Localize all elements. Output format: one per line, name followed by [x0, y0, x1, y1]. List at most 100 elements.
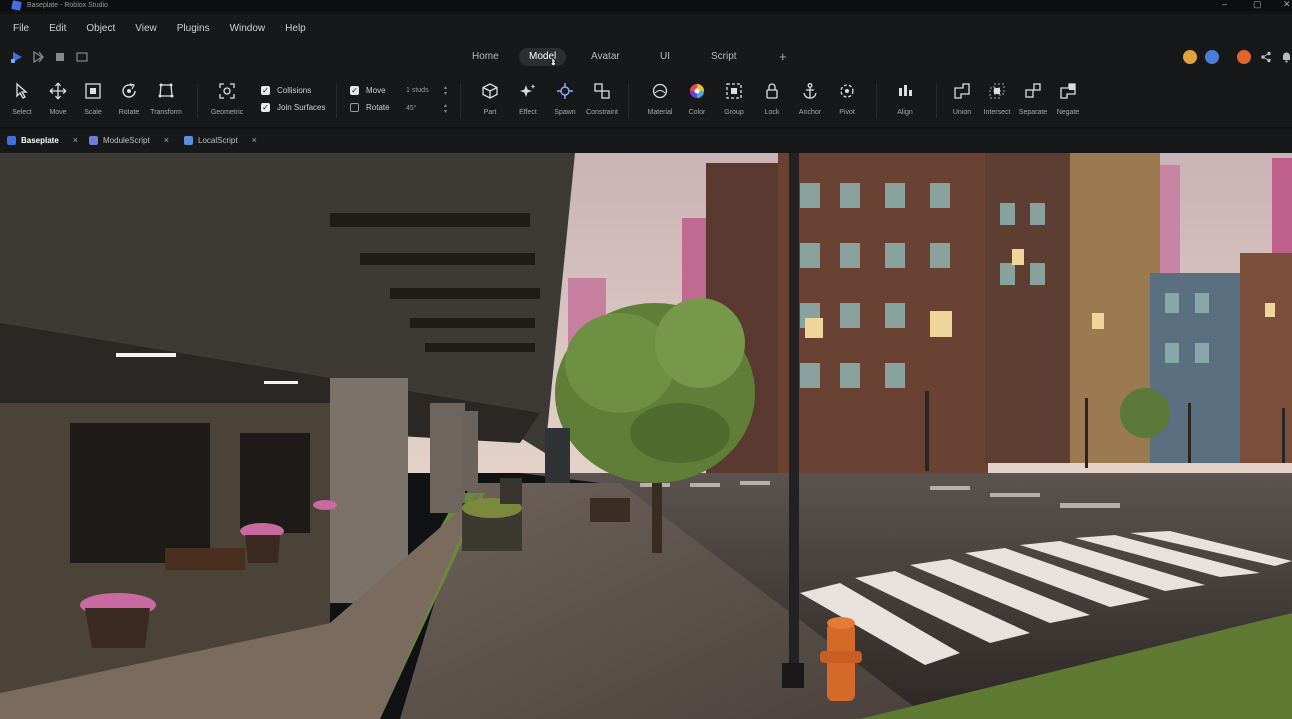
close-tab-icon[interactable]: × [252, 135, 257, 145]
cursor-icon [16, 82, 28, 99]
spawn-button[interactable]: Spawn [547, 82, 583, 116]
checkmark-icon: ✓ [261, 102, 270, 112]
transform-tool-button[interactable]: Transform [148, 82, 184, 116]
team-create-icon[interactable] [1205, 50, 1219, 64]
doc-tab-baseplate[interactable]: Baseplate × [7, 135, 78, 145]
user-avatar[interactable] [1237, 50, 1251, 64]
rotate-snap-label: Rotate [366, 103, 390, 112]
anchor-label: Anchor [798, 109, 822, 116]
intersect-button[interactable]: Intersect [979, 82, 1015, 116]
tab-model[interactable]: Model [519, 48, 567, 66]
separate-icon [1025, 83, 1041, 98]
select-tool-button[interactable]: Select [4, 82, 40, 116]
align-button[interactable]: Align [887, 82, 923, 116]
notifications-icon[interactable] [1281, 51, 1292, 63]
menu-file[interactable]: File [13, 23, 29, 34]
geometric-button[interactable]: Geometric [209, 82, 245, 116]
transform-tool-label: Transform [150, 109, 182, 116]
rotate-tool-button[interactable]: Rotate [111, 82, 147, 116]
geometric-label: Geometric [210, 109, 244, 116]
close-tab-icon[interactable]: × [164, 135, 169, 145]
menu-view[interactable]: View [135, 23, 157, 34]
move-snap-label: Move [366, 86, 386, 95]
toolbar-divider [336, 84, 337, 118]
screen-icon[interactable] [76, 51, 88, 63]
tab-ui[interactable]: UI [650, 48, 680, 66]
menu-plugins[interactable]: Plugins [177, 23, 210, 34]
union-icon [954, 83, 970, 99]
add-tab-icon[interactable]: + [779, 50, 787, 63]
negate-button[interactable]: Negate [1050, 82, 1086, 116]
move-snap-input[interactable]: 1 studs ▴ ▾ [403, 85, 447, 97]
stepper-arrows-icon[interactable]: ▴ ▾ [444, 85, 447, 97]
toolbar-divider [628, 84, 629, 118]
collisions-checkbox[interactable]: ✓ Collisions [261, 86, 311, 95]
city-street-scene [0, 153, 1292, 719]
play-mode-icon[interactable] [11, 51, 23, 63]
rotate-snap-value: 45° [406, 105, 417, 112]
anchor-icon [803, 83, 817, 99]
intersect-icon [989, 83, 1005, 99]
doc-tab-localscript[interactable]: LocalScript × [184, 135, 257, 145]
lock-button[interactable]: Lock [754, 82, 790, 116]
tab-home[interactable]: Home [462, 48, 509, 66]
group-button[interactable]: Group [716, 82, 752, 116]
stop-icon[interactable] [54, 51, 66, 63]
align-label: Align [897, 109, 913, 116]
window-title: Baseplate - Roblox Studio [27, 2, 108, 9]
anchor-button[interactable]: Anchor [792, 82, 828, 116]
sparkle-icon [520, 84, 536, 97]
material-label: Material [647, 109, 673, 116]
collaborator-avatar-icon[interactable] [1183, 50, 1197, 64]
move-arrows-icon [49, 82, 67, 100]
union-button[interactable]: Union [944, 82, 980, 116]
scale-icon [85, 83, 101, 99]
maximize-icon[interactable]: ▢ [1253, 0, 1262, 10]
menu-window[interactable]: Window [230, 23, 266, 34]
color-label: Color [688, 109, 706, 116]
doc-tab-label: Baseplate [21, 135, 59, 145]
effect-label: Effect [519, 109, 537, 116]
scale-tool-button[interactable]: Scale [75, 82, 111, 116]
select-tool-label: Select [12, 109, 32, 116]
pivot-button[interactable]: Pivot [829, 82, 865, 116]
spawn-label: Spawn [554, 109, 576, 116]
tab-avatar[interactable]: Avatar [581, 48, 630, 66]
cube-icon [482, 83, 498, 99]
menu-help[interactable]: Help [285, 23, 306, 34]
lock-label: Lock [764, 109, 780, 116]
close-window-icon[interactable]: ✕ [1283, 0, 1291, 10]
stepper-arrows-icon[interactable]: ▴ ▾ [444, 103, 447, 115]
toolbar-divider [876, 84, 877, 118]
title-bar: Baseplate - Roblox Studio – ▢ ✕ [0, 0, 1292, 11]
close-tab-icon[interactable]: × [73, 135, 78, 145]
collisions-label: Collisions [277, 86, 312, 95]
local-script-icon [184, 135, 193, 145]
rotate-icon [122, 83, 136, 98]
move-snap-checkbox[interactable]: ✓ Move [350, 86, 386, 95]
run-icon[interactable] [32, 51, 44, 63]
group-label: Group [724, 109, 744, 116]
scale-tool-label: Scale [84, 109, 102, 116]
menu-edit[interactable]: Edit [49, 23, 66, 34]
tab-script[interactable]: Script [701, 48, 747, 66]
effect-button[interactable]: Effect [510, 82, 546, 116]
color-button[interactable]: Color [679, 82, 715, 116]
move-snap-value: 1 studs [406, 87, 429, 94]
minimize-icon[interactable]: – [1222, 0, 1227, 9]
material-button[interactable]: Material [642, 82, 678, 116]
rotate-snap-input[interactable]: 45° ▴ ▾ [403, 103, 447, 115]
rotate-snap-checkbox[interactable]: Rotate [350, 103, 390, 112]
menu-object[interactable]: Object [86, 23, 115, 34]
material-icon [652, 83, 668, 99]
part-button[interactable]: Part [472, 82, 508, 116]
move-tool-button[interactable]: Move [40, 82, 76, 116]
model-toolbar: Select Move Scale Rotate Transform Geome… [0, 72, 1292, 128]
join-surfaces-checkbox[interactable]: ✓ Join Surfaces [261, 103, 325, 112]
separate-button[interactable]: Separate [1015, 82, 1051, 116]
constraint-button[interactable]: Constraint [584, 82, 620, 116]
align-icon [899, 85, 912, 96]
share-icon[interactable] [1260, 51, 1272, 63]
3d-viewport[interactable] [0, 153, 1292, 719]
doc-tab-modulescript[interactable]: ModuleScript × [89, 135, 169, 145]
